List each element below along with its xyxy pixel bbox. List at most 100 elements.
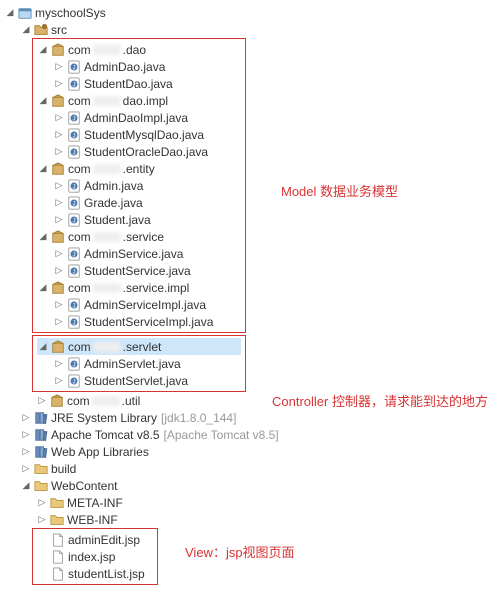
project-icon: [18, 6, 32, 20]
expand-icon[interactable]: ◢: [4, 7, 16, 19]
file-icon: [51, 550, 65, 564]
java-file[interactable]: ▷AdminServiceImpl.java: [53, 296, 241, 313]
expand-icon[interactable]: ◢: [37, 231, 49, 243]
collapse-icon[interactable]: ▷: [53, 375, 65, 387]
folder-icon: [50, 496, 64, 510]
pkg-daoimpl[interactable]: ◢ comdao.impl: [37, 92, 241, 109]
collapse-icon[interactable]: ▷: [20, 429, 32, 441]
collapse-icon[interactable]: ▷: [20, 463, 32, 475]
pkg-serviceimpl[interactable]: ◢ com.service.impl: [37, 279, 241, 296]
collapse-icon[interactable]: ▷: [53, 78, 65, 90]
java-file[interactable]: ▷StudentService.java: [53, 262, 241, 279]
java-file[interactable]: ▷Student.java: [53, 211, 241, 228]
java-file[interactable]: ▷StudentDao.java: [53, 75, 241, 92]
collapse-icon[interactable]: ▷: [53, 129, 65, 141]
jre-library[interactable]: ▷ JRE System Library [jdk1.8.0_144]: [20, 409, 500, 426]
collapse-icon[interactable]: ▷: [20, 412, 32, 424]
collapse-icon[interactable]: ▷: [53, 197, 65, 209]
folder-icon: [50, 513, 64, 527]
tomcat-library[interactable]: ▷ Apache Tomcat v8.5 [Apache Tomcat v8.5…: [20, 426, 500, 443]
library-icon: [34, 411, 48, 425]
package-icon: [51, 281, 65, 295]
collapse-icon[interactable]: ▷: [53, 61, 65, 73]
java-file[interactable]: ▷StudentServlet.java: [53, 372, 241, 389]
webcontent-folder[interactable]: ◢ WebContent: [20, 477, 500, 494]
collapse-icon[interactable]: ▷: [53, 146, 65, 158]
java-icon: [67, 145, 81, 159]
folder-icon: [34, 462, 48, 476]
collapse-icon[interactable]: ▷: [53, 248, 65, 260]
package-explorer-tree[interactable]: ◢ myschoolSys ◢ src ◢: [4, 4, 500, 585]
jsp-file[interactable]: index.jsp: [37, 548, 153, 565]
java-file[interactable]: ▷StudentMysqlDao.java: [53, 126, 241, 143]
file-icon: [51, 567, 65, 581]
java-file[interactable]: ▷AdminServlet.java: [53, 355, 241, 372]
collapse-icon[interactable]: ▷: [53, 180, 65, 192]
collapse-icon[interactable]: ▷: [36, 514, 48, 526]
pkg-dao[interactable]: ◢ com.dao: [37, 41, 241, 58]
collapse-icon[interactable]: ▷: [53, 316, 65, 328]
src-folder-icon: [34, 23, 48, 37]
java-file[interactable]: ▷Admin.java: [53, 177, 241, 194]
package-icon: [51, 230, 65, 244]
collapse-icon[interactable]: ▷: [20, 446, 32, 458]
package-icon: [51, 94, 65, 108]
package-icon: [50, 394, 64, 408]
annotation-view: View：jsp视图页面: [185, 542, 295, 561]
java-icon: [67, 264, 81, 278]
java-file[interactable]: ▷Grade.java: [53, 194, 241, 211]
java-icon: [67, 196, 81, 210]
java-file[interactable]: ▷AdminDaoImpl.java: [53, 109, 241, 126]
expand-icon[interactable]: ◢: [37, 95, 49, 107]
jsp-file[interactable]: adminEdit.jsp: [37, 531, 153, 548]
webinf-folder[interactable]: ▷ WEB-INF: [36, 511, 500, 528]
folder-icon: [34, 479, 48, 493]
package-icon: [51, 43, 65, 57]
collapse-icon[interactable]: ▷: [36, 395, 48, 407]
java-file[interactable]: ▷AdminDao.java: [53, 58, 241, 75]
java-icon: [67, 179, 81, 193]
expand-icon[interactable]: ◢: [20, 24, 32, 36]
collapse-icon[interactable]: ▷: [36, 497, 48, 509]
expand-icon[interactable]: ◢: [20, 480, 32, 492]
src-label: src: [51, 23, 67, 37]
metainf-folder[interactable]: ▷ META-INF: [36, 494, 500, 511]
pkg-entity[interactable]: ◢ com.entity: [37, 160, 241, 177]
project-root[interactable]: ◢ myschoolSys: [4, 4, 500, 21]
expand-icon[interactable]: ◢: [37, 44, 49, 56]
build-folder[interactable]: ▷ build: [20, 460, 500, 477]
annotation-model: Model 数据业务模型: [281, 181, 398, 200]
java-icon: [67, 315, 81, 329]
java-icon: [67, 111, 81, 125]
java-icon: [67, 247, 81, 261]
collapse-icon[interactable]: ▷: [53, 358, 65, 370]
java-icon: [67, 77, 81, 91]
java-icon: [67, 357, 81, 371]
project-label: myschoolSys: [35, 6, 106, 20]
expand-icon[interactable]: ◢: [37, 163, 49, 175]
java-icon: [67, 128, 81, 142]
file-icon: [51, 533, 65, 547]
collapse-icon[interactable]: ▷: [53, 112, 65, 124]
package-icon: [51, 340, 65, 354]
expand-icon[interactable]: ◢: [37, 282, 49, 294]
package-icon: [51, 162, 65, 176]
java-file[interactable]: ▷StudentServiceImpl.java: [53, 313, 241, 330]
collapse-icon[interactable]: ▷: [53, 265, 65, 277]
jsp-file[interactable]: studentList.jsp: [37, 565, 153, 582]
java-icon: [67, 213, 81, 227]
java-file[interactable]: ▷AdminService.java: [53, 245, 241, 262]
src-folder[interactable]: ◢ src: [20, 21, 500, 38]
collapse-icon[interactable]: ▷: [53, 214, 65, 226]
library-icon: [34, 428, 48, 442]
webapp-library[interactable]: ▷ Web App Libraries: [20, 443, 500, 460]
collapse-icon[interactable]: ▷: [53, 299, 65, 311]
java-icon: [67, 298, 81, 312]
java-icon: [67, 374, 81, 388]
pkg-service[interactable]: ◢ com.service: [37, 228, 241, 245]
library-icon: [34, 445, 48, 459]
expand-icon[interactable]: ◢: [37, 341, 49, 353]
pkg-servlet[interactable]: ◢ com.servlet: [37, 338, 241, 355]
java-file[interactable]: ▷StudentOracleDao.java: [53, 143, 241, 160]
java-icon: [67, 60, 81, 74]
